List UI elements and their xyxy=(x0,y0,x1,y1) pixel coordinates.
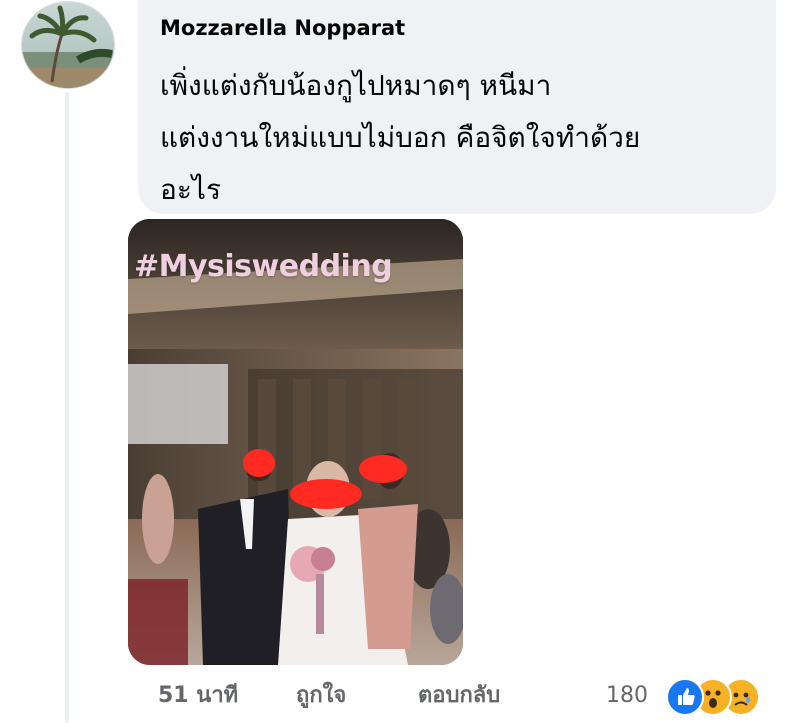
comment-bubble: Mozzarella Nopparat เพิ่งแต่งกับน้องกูไป… xyxy=(138,0,776,214)
like-button[interactable]: ถูกใจ xyxy=(296,678,346,714)
reaction-count: 180 xyxy=(606,683,648,708)
reply-button[interactable]: ตอบกลับ xyxy=(418,678,500,714)
photo-hashtag: #Mysiswedding xyxy=(134,249,393,284)
avatar[interactable] xyxy=(22,2,114,88)
avatar-image xyxy=(22,2,114,88)
comment-text: เพิ่งแต่งกับน้องกูไปหมาดๆ หนีมา แต่งงานใ… xyxy=(160,69,641,206)
photo-scene xyxy=(128,219,463,665)
like-reaction-icon xyxy=(666,678,704,716)
wedding-photo[interactable]: #Mysiswedding xyxy=(128,219,463,665)
author-name[interactable]: Mozzarella Nopparat xyxy=(160,16,405,40)
comment-timestamp[interactable]: 51 นาที xyxy=(158,678,238,714)
reaction-summary[interactable]: 180 xyxy=(606,676,796,716)
thread-line xyxy=(65,92,69,723)
